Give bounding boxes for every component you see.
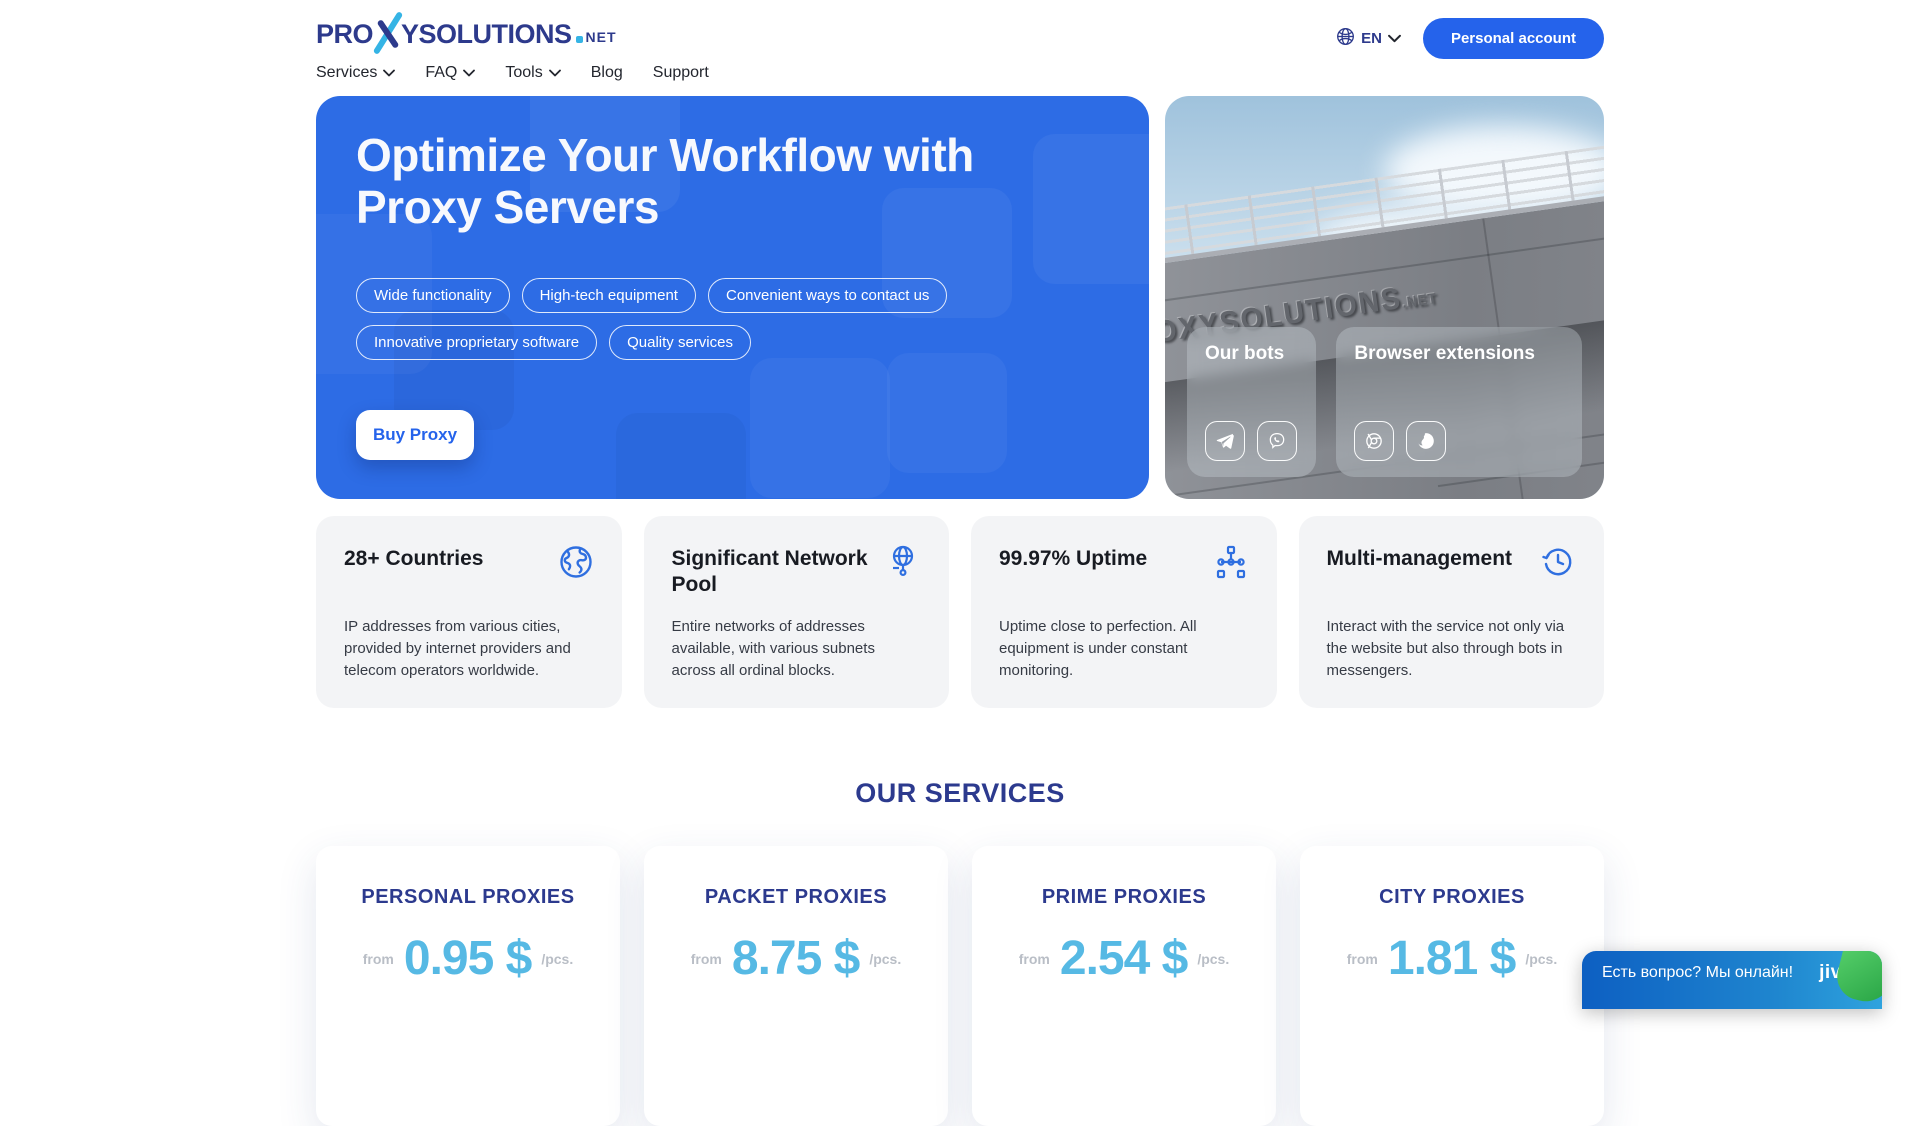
- logo-dot: [576, 36, 583, 43]
- browser-extensions-title: Browser extensions: [1354, 343, 1564, 365]
- service-title: PACKET PROXIES: [644, 886, 948, 909]
- hero-title: Optimize Your Workflow with Proxy Server…: [356, 130, 996, 234]
- service-card-packet-proxies[interactable]: PACKET PROXIES from 8.75 $ /pcs.: [644, 846, 948, 1126]
- site-header: PRO YSOLUTIONS NET Services FAQ: [316, 0, 1604, 82]
- tag-badge: Convenient ways to contact us: [708, 278, 947, 313]
- chat-message: Есть вопрос? Мы онлайн!: [1602, 964, 1793, 982]
- history-clock-icon: [1540, 544, 1576, 585]
- telegram-icon[interactable]: [1205, 421, 1245, 461]
- hero-banner: Optimize Your Workflow with Proxy Server…: [316, 96, 1149, 499]
- feature-card-countries: 28+ Countries IP addresses from various …: [316, 516, 622, 708]
- main-nav: Services FAQ Tools: [316, 64, 709, 82]
- nav-item-tools[interactable]: Tools: [505, 64, 560, 82]
- price-prefix: from: [363, 951, 394, 967]
- tag-badge: Wide functionality: [356, 278, 510, 313]
- our-bots-panel: Our bots: [1187, 327, 1316, 477]
- feature-title: 28+ Countries: [344, 546, 483, 572]
- globe-earth-icon: [558, 544, 594, 585]
- firefox-icon[interactable]: [1406, 421, 1446, 461]
- feature-title: 99.97% Uptime: [999, 546, 1147, 572]
- service-price: 2.54 $: [1060, 935, 1187, 983]
- feature-card-network-pool: Significant Network Pool Entire networks…: [644, 516, 950, 708]
- feature-title: Multi-management: [1327, 546, 1513, 572]
- feature-description: Uptime close to perfection. All equipmen…: [999, 616, 1251, 681]
- feature-card-multi-management: Multi-management Interact with the servi…: [1299, 516, 1605, 708]
- price-suffix: /pcs.: [869, 951, 901, 967]
- logo-tld: NET: [586, 29, 617, 45]
- hero-tags: Wide functionality High-tech equipment C…: [356, 278, 1016, 360]
- service-price: 8.75 $: [732, 935, 859, 983]
- chevron-down-icon: [549, 64, 561, 82]
- service-card-prime-proxies[interactable]: PRIME PROXIES from 2.54 $ /pcs.: [972, 846, 1276, 1126]
- service-price: 1.81 $: [1388, 935, 1515, 983]
- price-prefix: from: [1019, 951, 1050, 967]
- tag-badge: Quality services: [609, 325, 751, 360]
- language-selector[interactable]: EN: [1336, 27, 1401, 51]
- price-prefix: from: [1347, 951, 1378, 967]
- globe-icon: [1336, 27, 1355, 51]
- chevron-down-icon: [1388, 30, 1401, 48]
- service-price: 0.95 $: [404, 935, 531, 983]
- buy-proxy-button[interactable]: Buy Proxy: [356, 410, 474, 460]
- service-title: CITY PROXIES: [1300, 886, 1604, 909]
- feature-card-uptime: 99.97% Uptime Uptime close to perfection…: [971, 516, 1277, 708]
- tag-badge: Innovative proprietary software: [356, 325, 597, 360]
- feature-description: Entire networks of addresses available, …: [672, 616, 924, 681]
- feature-description: IP addresses from various cities, provid…: [344, 616, 596, 681]
- features-section: 28+ Countries IP addresses from various …: [316, 516, 1604, 708]
- browser-extensions-panel: Browser extensions: [1336, 327, 1582, 477]
- service-card-city-proxies[interactable]: CITY PROXIES from 1.81 $ /pcs.: [1300, 846, 1604, 1126]
- chrome-icon[interactable]: [1354, 421, 1394, 461]
- price-suffix: /pcs.: [1525, 951, 1557, 967]
- nav-item-blog[interactable]: Blog: [591, 64, 623, 82]
- price-prefix: from: [691, 951, 722, 967]
- logo-x-icon: [373, 17, 401, 51]
- logo-text-main: YSOLUTIONS: [401, 19, 572, 50]
- tag-badge: High-tech equipment: [522, 278, 696, 313]
- hero-section: Optimize Your Workflow with Proxy Server…: [316, 96, 1604, 499]
- service-card-personal-proxies[interactable]: PERSONAL PROXIES from 0.95 $ /pcs.: [316, 846, 620, 1126]
- personal-account-button[interactable]: Personal account: [1423, 18, 1604, 59]
- nav-item-faq[interactable]: FAQ: [425, 64, 475, 82]
- viber-icon[interactable]: [1257, 421, 1297, 461]
- nav-item-services[interactable]: Services: [316, 64, 395, 82]
- service-title: PRIME PROXIES: [972, 886, 1276, 909]
- feature-description: Interact with the service not only via t…: [1327, 616, 1579, 681]
- services-section: PERSONAL PROXIES from 0.95 $ /pcs. PACKE…: [316, 846, 1604, 1126]
- site-logo[interactable]: PRO YSOLUTIONS NET: [316, 14, 709, 54]
- service-title: PERSONAL PROXIES: [316, 886, 620, 909]
- hero-photo: PROXYSOLUTIONS.NET Our bots: [1165, 96, 1604, 499]
- chevron-down-icon: [463, 64, 475, 82]
- network-globe-icon: [885, 544, 921, 585]
- nav-item-support[interactable]: Support: [653, 64, 709, 82]
- logo-text-pre: PRO: [316, 19, 373, 50]
- price-suffix: /pcs.: [541, 951, 573, 967]
- feature-title: Significant Network Pool: [672, 546, 872, 599]
- price-suffix: /pcs.: [1197, 951, 1229, 967]
- services-heading: OUR SERVICES: [316, 778, 1604, 809]
- chevron-down-icon: [383, 64, 395, 82]
- language-label: EN: [1361, 30, 1382, 47]
- our-bots-title: Our bots: [1205, 343, 1298, 365]
- network-nodes-icon: [1213, 544, 1249, 585]
